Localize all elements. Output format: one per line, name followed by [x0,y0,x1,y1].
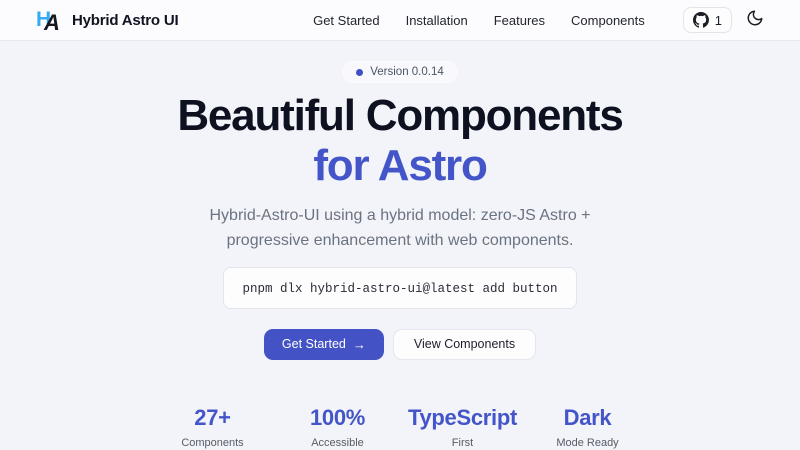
github-icon [693,12,709,28]
stat-value: TypeScript [400,405,525,431]
install-command-box[interactable]: pnpm dlx hybrid-astro-ui@latest add butt… [223,267,576,309]
cta-buttons: Get Started → View Components [264,329,536,360]
moon-icon [746,9,764,32]
stat-dark-mode: Dark Mode Ready [525,405,650,449]
stat-value: 100% [275,405,400,431]
arrow-right-icon: → [353,337,366,352]
nav-link-get-started[interactable]: Get Started [313,13,379,28]
stats-row: 27+ Components 100% Accessible TypeScrip… [150,405,650,449]
brand-title: Hybrid Astro UI [72,12,178,29]
install-command: pnpm dlx hybrid-astro-ui@latest add butt… [242,282,557,296]
view-components-label: View Components [414,337,515,351]
subtitle-line-1: Hybrid-Astro-UI using a hybrid model: ze… [209,204,590,229]
stat-value: Dark [525,405,650,431]
top-navbar: H A Hybrid Astro UI Get Started Installa… [0,0,800,41]
github-star-count: 1 [715,13,722,28]
stat-label: First [400,437,525,449]
stat-components: 27+ Components [150,405,275,449]
title-line-1: Beautiful Components [177,94,622,138]
github-stars-button[interactable]: 1 [683,7,732,33]
stat-typescript: TypeScript First [400,405,525,449]
hybrid-astro-logo-icon: H A [36,7,62,33]
stat-label: Accessible [275,437,400,449]
page-title: Beautiful Components for Astro [177,94,622,188]
view-components-button[interactable]: View Components [393,329,536,360]
subtitle-line-2: progressive enhancement with web compone… [209,229,590,254]
stat-label: Components [150,437,275,449]
hero-section: Version 0.0.14 Beautiful Components for … [0,41,800,449]
version-label: Version 0.0.14 [370,66,444,78]
nav-links: Get Started Installation Features Compon… [313,7,766,33]
version-badge: Version 0.0.14 [343,62,457,82]
nav-link-features[interactable]: Features [494,13,545,28]
version-dot-icon [356,69,363,76]
stat-label: Mode Ready [525,437,650,449]
nav-actions: 1 [683,7,766,33]
title-line-2: for Astro [177,144,622,188]
logo-letter-a: A [44,10,60,36]
nav-link-components[interactable]: Components [571,13,645,28]
stat-accessible: 100% Accessible [275,405,400,449]
nav-link-installation[interactable]: Installation [406,13,468,28]
get-started-button[interactable]: Get Started → [264,329,384,360]
stat-value: 27+ [150,405,275,431]
get-started-label: Get Started [282,337,346,351]
dark-mode-toggle[interactable] [746,10,766,30]
brand[interactable]: H A Hybrid Astro UI [36,7,178,33]
hero-subtitle: Hybrid-Astro-UI using a hybrid model: ze… [209,204,590,254]
